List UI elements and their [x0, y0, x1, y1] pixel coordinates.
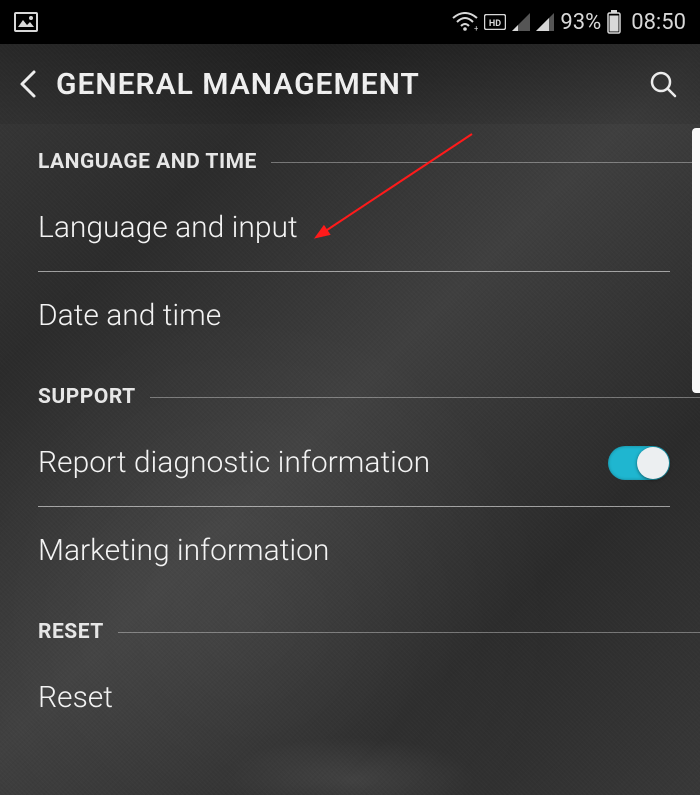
item-report-diagnostic[interactable]: Report diagnostic information [0, 419, 700, 506]
item-label: Language and input [38, 210, 298, 245]
section-header-language-time: LANGUAGE AND TIME [0, 124, 700, 184]
item-language-and-input[interactable]: Language and input [0, 184, 700, 271]
app-bar: GENERAL MANAGEMENT [0, 44, 700, 124]
section-header-reset: RESET [0, 594, 700, 654]
item-label: Reset [38, 680, 113, 715]
wifi-icon: + [452, 12, 478, 32]
scroll-indicator[interactable] [692, 128, 700, 393]
gallery-icon [14, 12, 38, 32]
svg-text:HD: HD [489, 19, 501, 29]
settings-list: LANGUAGE AND TIME Language and input Dat… [0, 124, 700, 745]
section-header-support: SUPPORT [0, 359, 700, 419]
svg-text:+: + [474, 24, 478, 32]
divider-line [150, 397, 700, 398]
hd-icon: HD [484, 14, 506, 30]
item-label: Date and time [38, 298, 221, 333]
item-marketing-information[interactable]: Marketing information [0, 507, 700, 594]
search-button[interactable] [648, 69, 678, 99]
section-title: SUPPORT [38, 385, 136, 409]
section-title: LANGUAGE AND TIME [38, 150, 257, 174]
back-button[interactable] [18, 68, 38, 100]
signal-1-icon [512, 13, 530, 31]
diagnostic-toggle[interactable] [608, 446, 670, 480]
toggle-knob [637, 447, 669, 479]
item-label: Report diagnostic information [38, 445, 430, 480]
item-reset[interactable]: Reset [0, 654, 700, 745]
status-bar: + HD 93% [0, 0, 700, 44]
divider-line [118, 632, 700, 633]
clock-text: 08:50 [631, 10, 686, 35]
item-date-and-time[interactable]: Date and time [0, 272, 700, 359]
section-title: RESET [38, 620, 104, 644]
battery-icon [607, 10, 621, 34]
item-label: Marketing information [38, 533, 329, 568]
battery-percent: 93% [560, 10, 601, 35]
divider-line [271, 162, 700, 163]
signal-2-icon [536, 13, 554, 31]
page-title: GENERAL MANAGEMENT [56, 67, 420, 102]
